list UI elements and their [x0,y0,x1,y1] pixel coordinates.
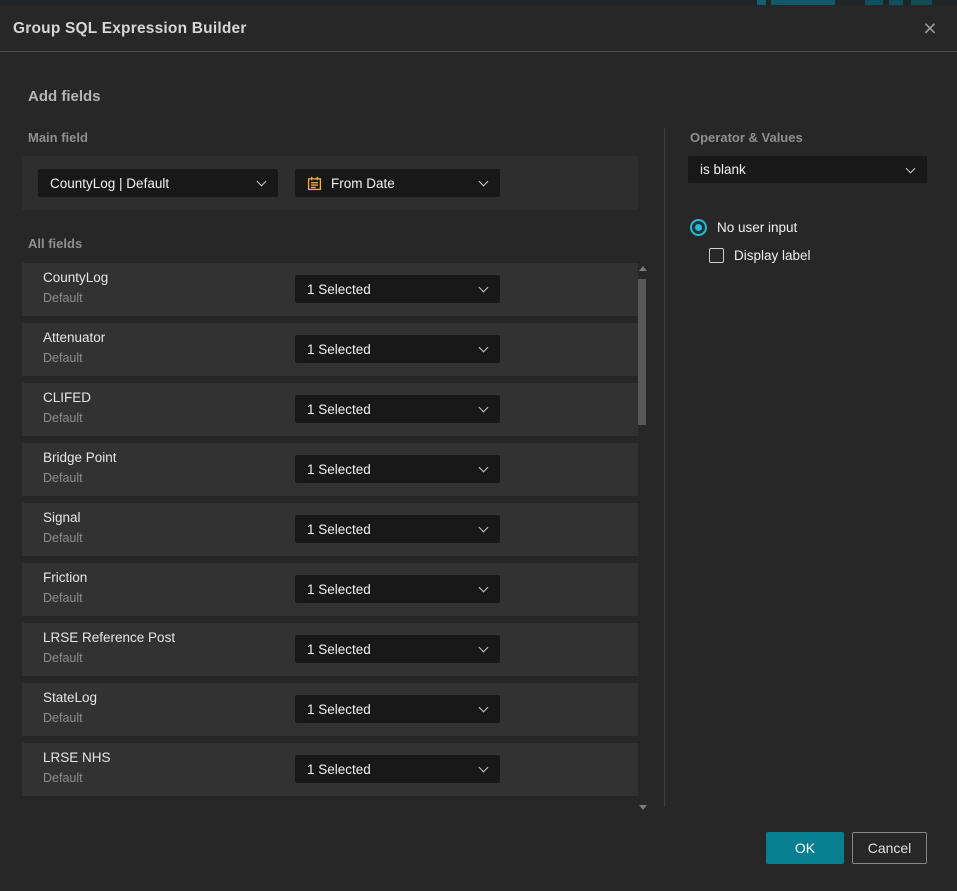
field-subtitle: Default [43,771,83,785]
field-selection-value: 1 Selected [307,762,371,777]
field-subtitle: Default [43,291,83,305]
main-field-label: Main field [28,130,88,145]
field-name: Attenuator [43,330,105,345]
field-name: CLIFED [43,390,91,405]
field-selection-value: 1 Selected [307,282,371,297]
chevron-down-icon [479,763,489,773]
operator-select[interactable]: is blank [688,156,927,183]
field-name: LRSE NHS [43,750,111,765]
chevron-down-icon [479,523,489,533]
all-fields-list: CountyLog Default 1 Selected Attenuator … [22,263,638,803]
chevron-down-icon [479,343,489,353]
fields-scrollbar[interactable] [637,260,649,812]
calendar-icon [307,176,322,191]
field-subtitle: Default [43,351,83,365]
screen: Group SQL Expression Builder × Add field… [0,0,957,891]
field-selection-dropdown[interactable]: 1 Selected [295,755,500,783]
operator-select-value: is blank [700,162,746,177]
field-row: Signal Default 1 Selected [22,503,638,556]
layer-select[interactable]: CountyLog | Default [38,169,278,197]
field-selection-value: 1 Selected [307,462,371,477]
field-selection-dropdown[interactable]: 1 Selected [295,455,500,483]
field-subtitle: Default [43,471,83,485]
field-name: Bridge Point [43,450,117,465]
chevron-down-icon [479,463,489,473]
field-selection-dropdown[interactable]: 1 Selected [295,275,500,303]
field-selection-value: 1 Selected [307,522,371,537]
field-selection-dropdown[interactable]: 1 Selected [295,335,500,363]
field-selection-value: 1 Selected [307,702,371,717]
field-name: CountyLog [43,270,108,285]
field-selection-dropdown[interactable]: 1 Selected [295,695,500,723]
field-selection-dropdown[interactable]: 1 Selected [295,515,500,543]
field-name: Signal [43,510,81,525]
field-subtitle: Default [43,531,83,545]
add-fields-heading: Add fields [28,88,101,105]
group-sql-expression-builder-dialog: Group SQL Expression Builder × Add field… [0,5,957,891]
field-row: Friction Default 1 Selected [22,563,638,616]
chevron-down-icon [906,163,916,173]
radio-selected-icon [690,219,707,236]
scroll-down-icon[interactable] [639,805,647,810]
field-selection-dropdown[interactable]: 1 Selected [295,395,500,423]
scrollbar-thumb[interactable] [638,279,646,425]
cancel-button[interactable]: Cancel [852,832,927,864]
field-subtitle: Default [43,711,83,725]
field-row: LRSE NHS Default 1 Selected [22,743,638,796]
dialog-header: Group SQL Expression Builder × [0,5,957,52]
field-selection-dropdown[interactable]: 1 Selected [295,575,500,603]
panel-divider [664,128,665,807]
chevron-down-icon [479,403,489,413]
field-name: StateLog [43,690,97,705]
main-field-select[interactable]: From Date [295,169,500,197]
close-icon[interactable]: × [915,13,945,43]
field-row: Bridge Point Default 1 Selected [22,443,638,496]
operator-values-label: Operator & Values [690,130,803,145]
field-name: LRSE Reference Post [43,630,175,645]
main-field-panel: CountyLog | Default From Date [22,156,638,210]
field-row: Attenuator Default 1 Selected [22,323,638,376]
field-selection-value: 1 Selected [307,342,371,357]
dialog-title: Group SQL Expression Builder [13,5,247,52]
main-field-select-value: From Date [331,176,395,191]
field-selection-value: 1 Selected [307,582,371,597]
field-subtitle: Default [43,651,83,665]
scroll-up-icon[interactable] [639,266,647,271]
field-row: CountyLog Default 1 Selected [22,263,638,316]
chevron-down-icon [479,643,489,653]
field-subtitle: Default [43,411,83,425]
chevron-down-icon [257,177,267,187]
layer-select-value: CountyLog | Default [50,176,169,191]
field-selection-dropdown[interactable]: 1 Selected [295,635,500,663]
field-subtitle: Default [43,591,83,605]
chevron-down-icon [479,283,489,293]
no-user-input-radio[interactable]: No user input [690,219,797,236]
display-label-text: Display label [734,248,811,263]
no-user-input-label: No user input [717,220,797,235]
field-name: Friction [43,570,87,585]
field-row: CLIFED Default 1 Selected [22,383,638,436]
ok-button[interactable]: OK [766,832,844,864]
display-label-checkbox[interactable]: Display label [709,248,811,263]
field-row: StateLog Default 1 Selected [22,683,638,736]
chevron-down-icon [479,583,489,593]
checkbox-unchecked-icon [709,248,724,263]
field-row: LRSE Reference Post Default 1 Selected [22,623,638,676]
all-fields-label: All fields [28,236,82,251]
field-selection-value: 1 Selected [307,642,371,657]
chevron-down-icon [479,703,489,713]
field-selection-value: 1 Selected [307,402,371,417]
chevron-down-icon [479,177,489,187]
